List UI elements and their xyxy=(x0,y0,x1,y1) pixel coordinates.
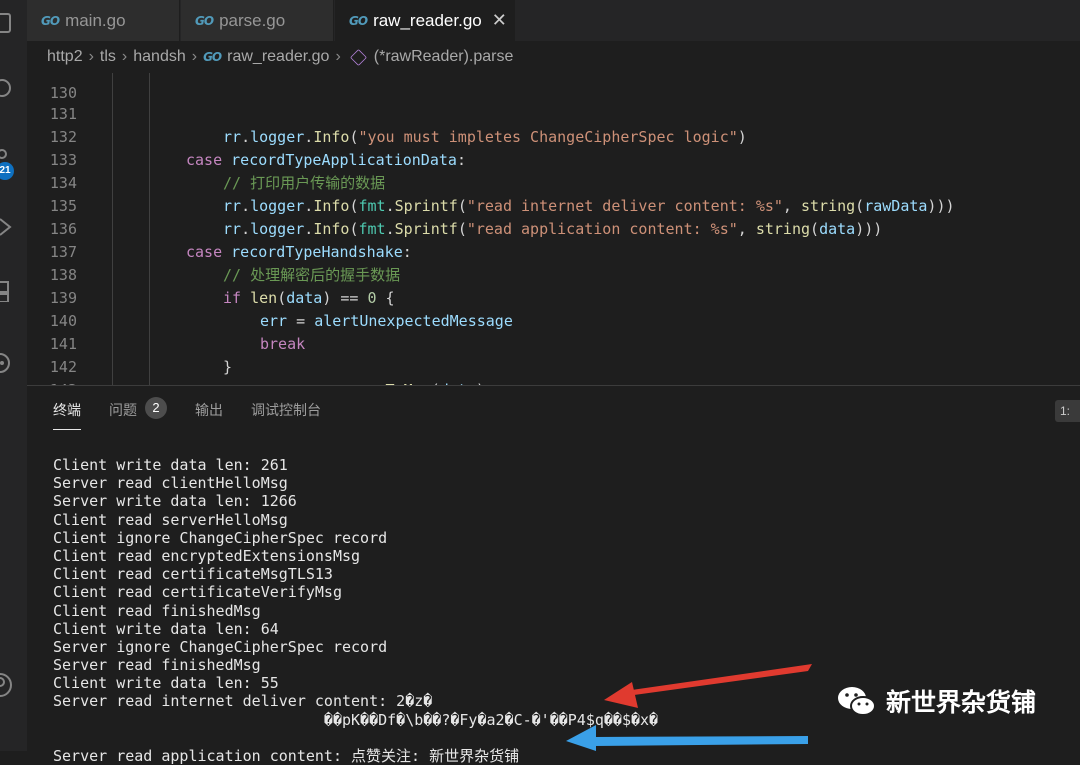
wechat-logo-icon xyxy=(838,687,876,716)
red-arrow-head xyxy=(604,682,638,708)
blue-arrow-shaft xyxy=(594,736,808,746)
annotation-arrows xyxy=(566,664,812,751)
red-arrow-shaft xyxy=(618,664,812,697)
watermark-text: 新世界杂货铺 xyxy=(886,688,1037,717)
red-arrow xyxy=(604,664,812,708)
blue-arrow xyxy=(566,725,808,751)
blue-arrow-head xyxy=(566,725,596,751)
wechat-watermark: 新世界杂货铺 xyxy=(836,683,1036,719)
